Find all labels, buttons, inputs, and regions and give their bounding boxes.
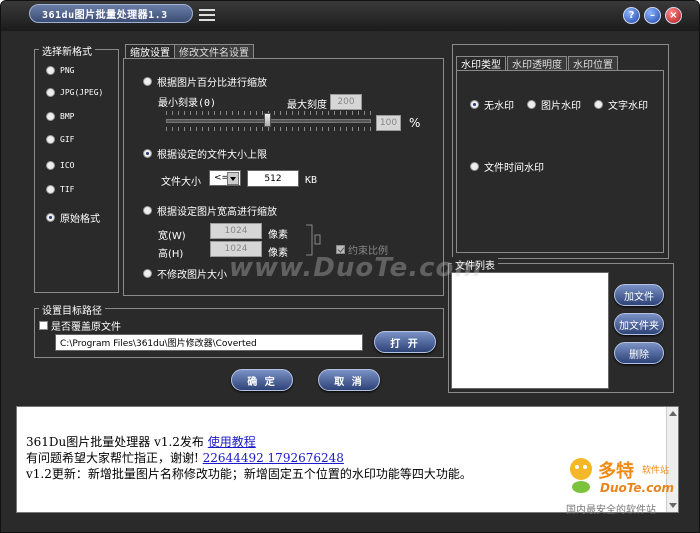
resize-option-none[interactable]: 不修改图片大小 bbox=[143, 266, 227, 281]
site-watermark: www.DuoTe.com bbox=[229, 253, 483, 283]
logo-domain: DuoTe.com bbox=[600, 481, 674, 495]
format-option-jpg[interactable]: JPG(JPEG) bbox=[46, 88, 103, 97]
ok-button[interactable]: 确 定 bbox=[231, 369, 293, 391]
mascot-icon bbox=[570, 458, 592, 493]
info-line-1: 361Du图片批量处理器 v1.2发布 使用教程 bbox=[26, 433, 256, 450]
info-line-3: v1.2更新：新增批量图片名称修改功能；新增固定五个位置的水印功能等四大功能。 bbox=[26, 467, 472, 481]
add-folder-button[interactable]: 加文件夹 bbox=[614, 313, 664, 335]
tab-rename-settings[interactable]: 修改文件名设置 bbox=[174, 44, 254, 59]
tab-watermark-opacity[interactable]: 水印透明度 bbox=[507, 56, 567, 71]
qq-group-link[interactable]: 22644492 1792676248 bbox=[203, 451, 344, 465]
min-scale-label: 最小刻录(0) bbox=[158, 98, 217, 109]
help-button[interactable]: ? bbox=[623, 7, 640, 24]
format-option-tif[interactable]: TIF bbox=[46, 185, 74, 194]
format-option-original[interactable]: 原始格式 bbox=[46, 210, 100, 225]
watermark-option-image[interactable]: 图片水印 bbox=[527, 97, 581, 112]
app-window: 361du图片批量处理器1.3 ? – × 选择新格式 PNG JPG(JPEG… bbox=[0, 0, 700, 533]
format-option-gif[interactable]: GIF bbox=[46, 135, 74, 144]
delete-file-button[interactable]: 删除 bbox=[614, 342, 664, 364]
format-panel bbox=[34, 49, 119, 293]
title-bar: 361du图片批量处理器1.3 ? – × bbox=[1, 1, 699, 31]
tutorial-link[interactable]: 使用教程 bbox=[208, 435, 256, 449]
duote-logo: 多特 软件站 DuoTe.com 国内最安全的软件站 bbox=[566, 453, 698, 516]
logo-slogan: 国内最安全的软件站 bbox=[566, 505, 656, 516]
output-panel-caption: 设置目标路径 bbox=[39, 302, 105, 317]
filesize-label: 文件大小 bbox=[161, 177, 201, 188]
filesize-unit: KB bbox=[305, 175, 318, 186]
width-label: 宽(W) bbox=[158, 231, 186, 242]
file-list-box[interactable] bbox=[451, 272, 609, 389]
link-bracket-icon bbox=[306, 224, 321, 256]
info-line-2: 有问题希望大家帮忙指正，谢谢! 22644492 1792676248 bbox=[26, 449, 344, 466]
format-option-png[interactable]: PNG bbox=[46, 66, 74, 75]
tab-watermark-type[interactable]: 水印类型 bbox=[456, 56, 506, 71]
info-release-text: 361Du图片批量处理器 v1.2发布 bbox=[26, 435, 204, 449]
overwrite-checkbox[interactable]: 是否覆盖原文件 bbox=[39, 318, 121, 333]
output-path-input[interactable]: C:\Program Files\361du\图片修改器\Coverted bbox=[55, 334, 363, 351]
height-label: 高(H) bbox=[158, 249, 184, 260]
resize-option-percent[interactable]: 根据图片百分比进行缩放 bbox=[143, 74, 267, 89]
max-scale-label: 最大刻度 bbox=[287, 100, 327, 111]
percent-unit: % bbox=[409, 116, 421, 130]
menu-icon[interactable] bbox=[199, 9, 215, 21]
add-file-button[interactable]: 加文件 bbox=[614, 284, 664, 306]
filesize-input[interactable]: 512 bbox=[247, 170, 299, 187]
close-button[interactable]: × bbox=[665, 7, 682, 24]
info-feedback-text: 有问题希望大家帮忙指正，谢谢! bbox=[26, 451, 199, 465]
scale-slider-thumb[interactable] bbox=[264, 113, 271, 127]
format-option-ico[interactable]: ICO bbox=[46, 161, 74, 170]
tab-resize-settings[interactable]: 缩放设置 bbox=[125, 44, 175, 59]
width-unit: 像素 bbox=[268, 230, 288, 241]
cancel-button[interactable]: 取 消 bbox=[318, 369, 380, 391]
tab-watermark-position[interactable]: 水印位置 bbox=[568, 56, 618, 71]
watermark-option-time[interactable]: 文件时间水印 bbox=[470, 159, 544, 174]
max-scale-input[interactable]: 200 bbox=[330, 94, 362, 110]
chevron-down-icon bbox=[227, 172, 239, 185]
format-option-bmp[interactable]: BMP bbox=[46, 112, 74, 121]
filesize-operator-select[interactable]: <= bbox=[209, 170, 241, 186]
open-folder-button[interactable]: 打 开 bbox=[374, 331, 436, 353]
percent-input[interactable]: 100 bbox=[376, 115, 401, 131]
logo-chinese-name: 多特 bbox=[598, 461, 634, 482]
resize-option-filesize[interactable]: 根据设定的文件大小上限 bbox=[143, 146, 267, 161]
watermark-option-none[interactable]: 无水印 bbox=[470, 97, 514, 112]
format-panel-caption: 选择新格式 bbox=[39, 43, 95, 58]
watermark-option-text[interactable]: 文字水印 bbox=[594, 97, 648, 112]
minimize-button[interactable]: – bbox=[644, 7, 661, 24]
width-input[interactable]: 1024 bbox=[210, 223, 262, 239]
app-title: 361du图片批量处理器1.3 bbox=[29, 4, 193, 23]
resize-option-dimensions[interactable]: 根据设定图片宽高进行缩放 bbox=[143, 203, 277, 218]
slider-ticks-bottom bbox=[166, 127, 371, 131]
logo-subtitle: 软件站 bbox=[642, 466, 670, 476]
